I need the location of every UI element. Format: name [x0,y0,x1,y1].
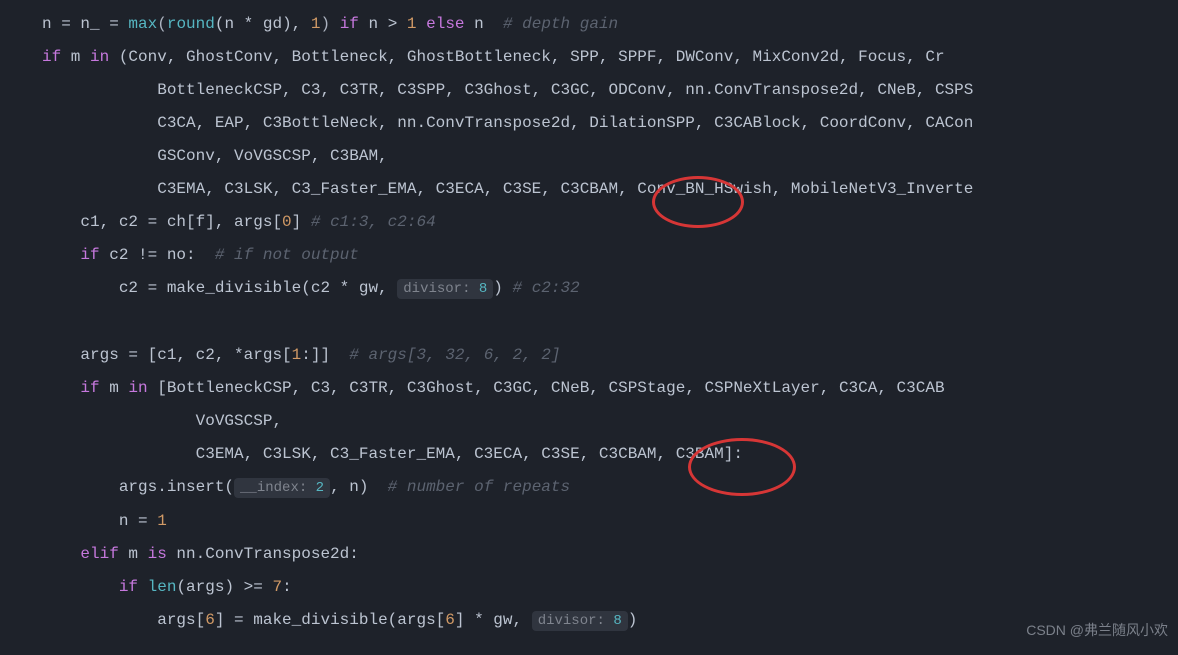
comment: # if not output [215,246,359,264]
param-hint-index: __index: 2 [234,478,330,498]
code-line: n = n_ = max(round(n * gd), 1) if n > 1 … [0,8,1178,41]
watermark: CSDN @弗兰随风小欢 [1026,614,1168,647]
code-line: C3EMA, C3LSK, C3_Faster_EMA, C3ECA, C3SE… [0,438,1178,471]
comment: # depth gain [503,15,618,33]
code-line: VoVGSCSP, [0,405,1178,438]
param-hint-divisor: divisor: 8 [532,611,628,631]
builtin-len: len [148,578,177,596]
code-line: C3EMA, C3LSK, C3_Faster_EMA, C3ECA, C3SE… [0,173,1178,206]
code-line: n = 1 [0,505,1178,538]
code-line: BottleneckCSP, C3, C3TR, C3SPP, C3Ghost,… [0,74,1178,107]
blank-line [0,306,1178,339]
comment: # c1:3, c2:64 [311,213,436,231]
code-line: args[6] = make_divisible(args[6] * gw, d… [0,604,1178,638]
code-text: n = n_ = [42,15,128,33]
code-line: if m in (Conv, GhostConv, Bottleneck, Gh… [0,41,1178,74]
param-hint-divisor: divisor: 8 [397,279,493,299]
comment: # args[3, 32, 6, 2, 2] [349,346,560,364]
comment: # c2:32 [513,279,580,297]
builtin-round: round [167,15,215,33]
code-line: args.insert(__index: 2, n) # number of r… [0,471,1178,505]
code-line: c2 = make_divisible(c2 * gw, divisor: 8)… [0,272,1178,306]
code-line: GSConv, VoVGSCSP, C3BAM, [0,140,1178,173]
code-line: if m in [BottleneckCSP, C3, C3TR, C3Ghos… [0,372,1178,405]
code-line: c1, c2 = ch[f], args[0] # c1:3, c2:64 [0,206,1178,239]
code-line: C3CA, EAP, C3BottleNeck, nn.ConvTranspos… [0,107,1178,140]
code-line: elif m is nn.ConvTranspose2d: [0,538,1178,571]
builtin-max: max [128,15,157,33]
code-line: if c2 != no: # if not output [0,239,1178,272]
code-line: args = [c1, c2, *args[1:]] # args[3, 32,… [0,339,1178,372]
code-editor[interactable]: n = n_ = max(round(n * gd), 1) if n > 1 … [0,8,1178,638]
comment: # number of repeats [388,478,570,496]
code-line: if len(args) >= 7: [0,571,1178,604]
